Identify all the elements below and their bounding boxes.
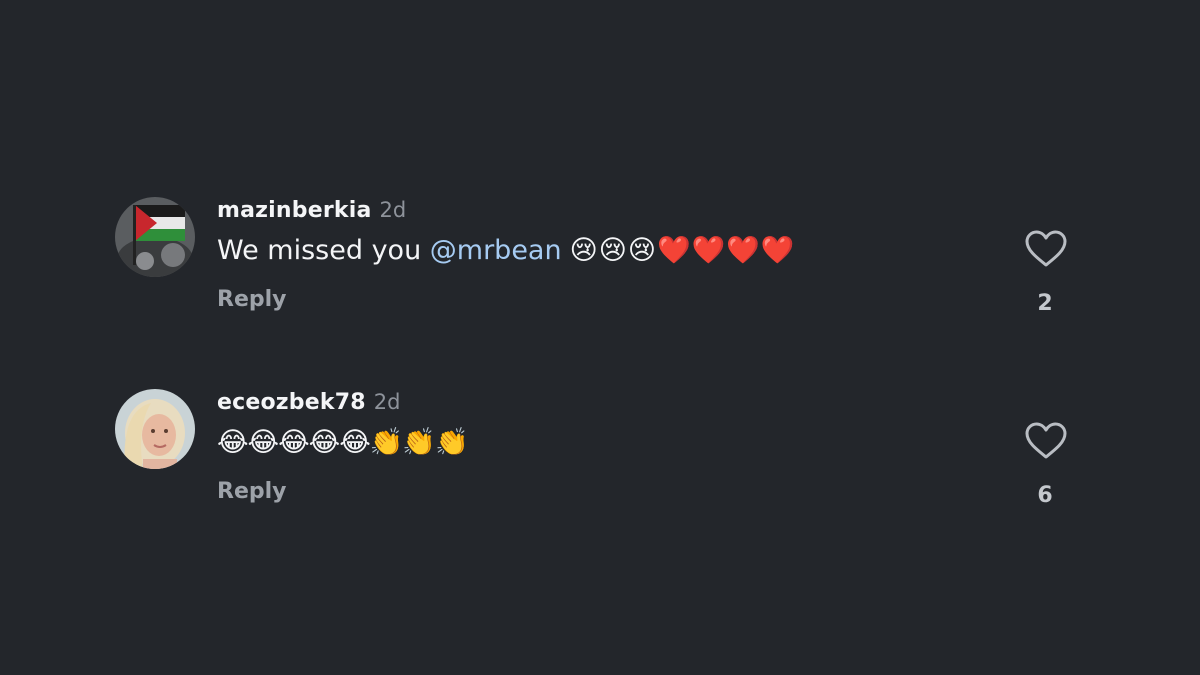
timestamp: 2d	[373, 390, 401, 414]
comment-text: 😂😂😂😂😂👏👏👏	[217, 423, 469, 463]
like-count: 2	[1037, 291, 1053, 316]
like-button[interactable]	[1024, 421, 1068, 461]
heart-outline-icon	[1025, 230, 1067, 267]
comment-text: We missed you @mrbean 😢😢😢❤️❤️❤️❤️	[217, 231, 796, 271]
comment-body: We missed you	[217, 235, 422, 266]
mention-link[interactable]: @mrbean	[430, 235, 562, 266]
username[interactable]: mazinberkia	[217, 198, 372, 223]
comment-emojis: 😢😢😢❤️❤️❤️❤️	[569, 235, 796, 266]
comment-header: eceozbek78 2d	[217, 387, 400, 417]
like-count: 6	[1037, 483, 1053, 508]
flag-avatar-image	[115, 197, 195, 277]
username[interactable]: eceozbek78	[217, 390, 366, 415]
reply-button[interactable]: Reply	[217, 287, 287, 312]
heart-outline-icon	[1025, 422, 1067, 459]
avatar[interactable]	[115, 389, 195, 469]
avatar[interactable]	[115, 197, 195, 277]
like-button[interactable]	[1024, 229, 1068, 269]
portrait-avatar-image	[115, 389, 195, 469]
comment-item: mazinberkia 2d We missed you @mrbean 😢😢😢❤️…	[0, 195, 1200, 325]
comment-header: mazinberkia 2d	[217, 195, 406, 225]
comment-item: eceozbek78 2d 😂😂😂😂😂👏👏👏 Reply 6	[0, 387, 1200, 517]
reply-button[interactable]: Reply	[217, 479, 287, 504]
comment-emojis: 😂😂😂😂😂👏👏👏	[217, 427, 469, 458]
timestamp: 2d	[379, 198, 407, 222]
